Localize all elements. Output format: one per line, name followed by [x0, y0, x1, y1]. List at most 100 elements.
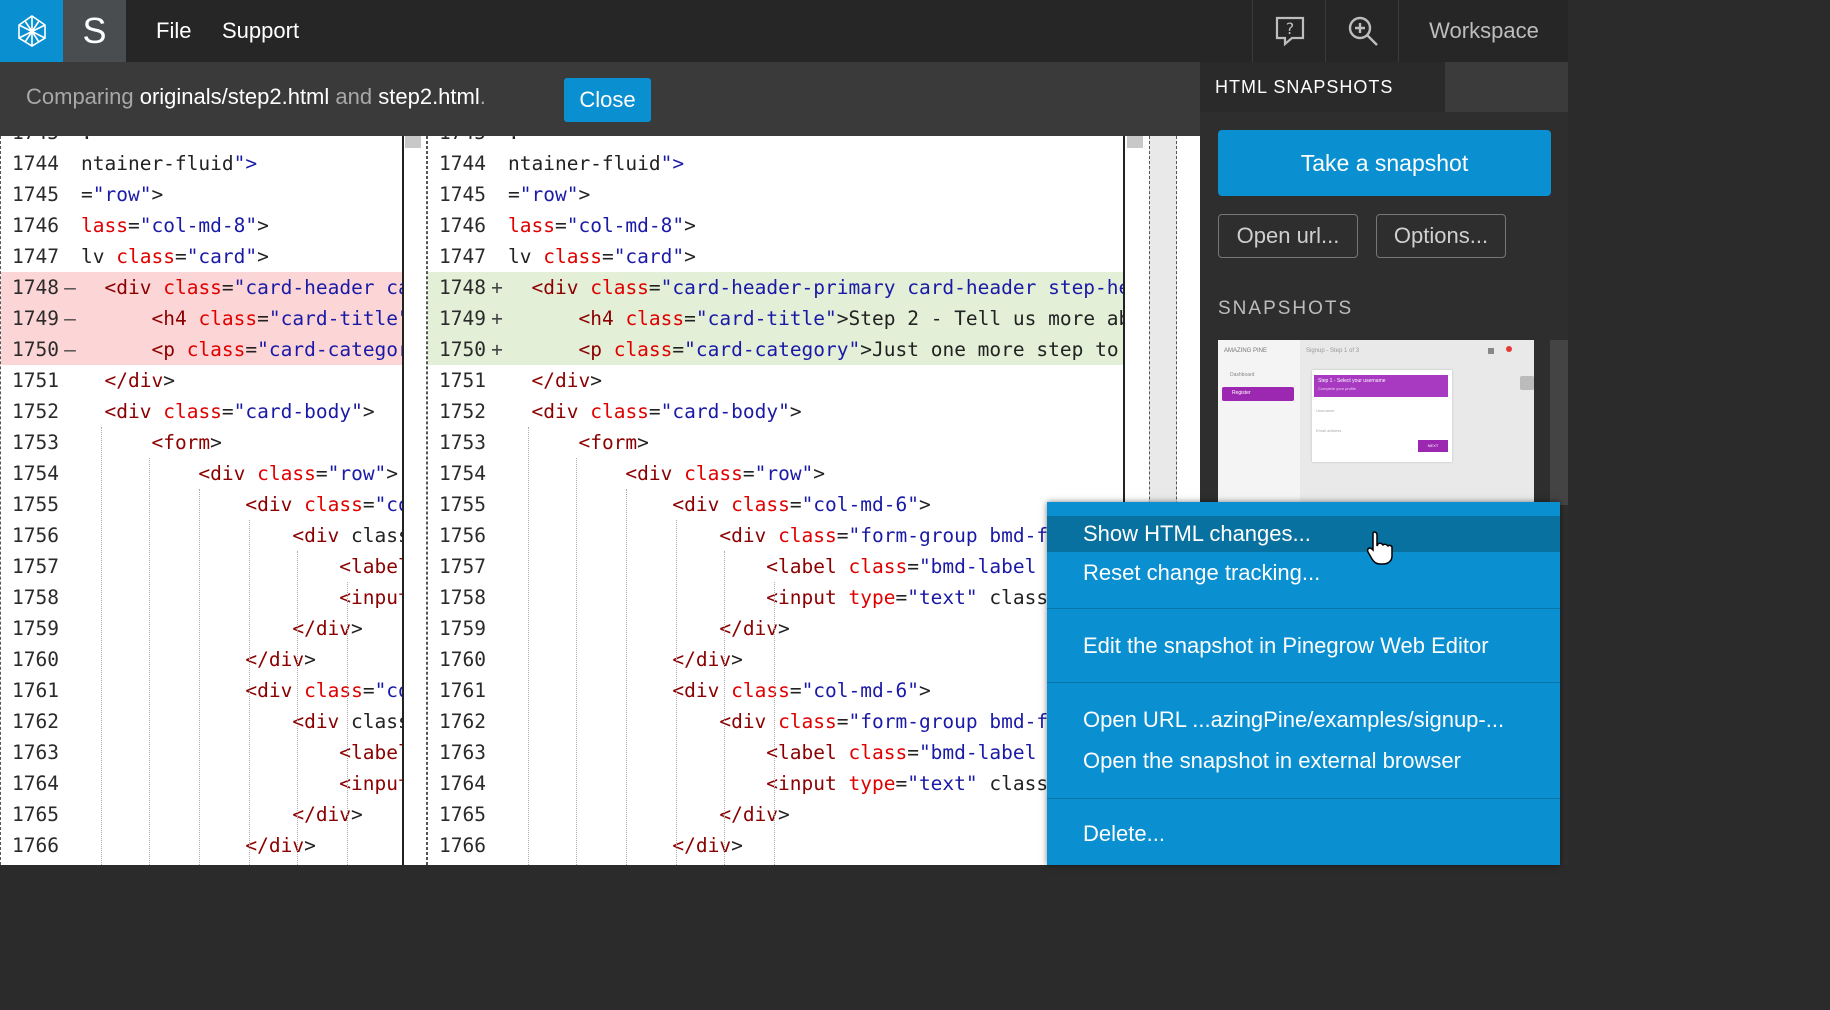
original-code-pane[interactable]: 1745: 1744 ntainer-fluid"> 1745 ="row"> 1746 l… — [0, 136, 403, 865]
left-scrollbar-thumb[interactable] — [405, 136, 421, 148]
code-line[interactable]: 1755 <div class="col-md-6"> — [428, 489, 1124, 520]
menu-file[interactable]: File — [156, 0, 191, 62]
code-line[interactable]: 1747 lv class="card"> — [1, 241, 403, 272]
menu-delete[interactable]: Delete... — [1047, 816, 1560, 852]
thumb-nav-dashboard: Dashboard — [1230, 372, 1255, 378]
code-text: <p class="card-category — [151, 338, 403, 361]
line-number: 1756 — [12, 524, 59, 547]
code-line[interactable]: 1762 <div class="form-group bmd-f — [428, 706, 1124, 737]
code-line[interactable]: 1749 + <h4 class="card-title">Step 2 - Te… — [428, 303, 1124, 334]
current-code-pane[interactable]: 1745: 1744 ntainer-fluid"> 1745 ="row"> 1746 l… — [427, 136, 1124, 865]
code-line[interactable]: 1748 + <div class="card-header-primary ca… — [428, 272, 1124, 303]
code-line[interactable]: 1759 </div> — [428, 613, 1124, 644]
menu-support[interactable]: Support — [222, 0, 299, 62]
line-number: 1759 — [12, 617, 59, 640]
code-line[interactable]: 1758 <input — [1, 582, 403, 613]
code-line[interactable]: 1767 </div> — [1, 861, 403, 865]
pine-cone-logo-icon[interactable] — [0, 0, 63, 62]
code-line[interactable]: 1759 </div> — [1, 613, 403, 644]
code-line[interactable]: 1745: — [1, 136, 403, 148]
code-line[interactable]: 1752 <div class="card-body"> — [428, 396, 1124, 427]
code-line[interactable]: 1753 <form> — [428, 427, 1124, 458]
code-line[interactable]: 1764 <input — [1, 768, 403, 799]
code-line[interactable]: 1744 ntainer-fluid"> — [1, 148, 403, 179]
take-snapshot-button[interactable]: Take a snapshot — [1218, 130, 1551, 196]
line-number: 1754 — [439, 462, 486, 485]
code-line[interactable]: 1744 ntainer-fluid"> — [428, 148, 1124, 179]
code-line[interactable]: 1750— <p class="card-category — [1, 334, 403, 365]
code-line[interactable]: 1763 <label — [1, 737, 403, 768]
code-text: <div class="col-md-6"> — [672, 679, 931, 702]
code-line[interactable]: 1746 lass="col-md-8"> — [428, 210, 1124, 241]
menu-reset-change-tracking[interactable]: Reset change tracking... — [1047, 555, 1560, 591]
menu-separator — [1047, 608, 1560, 609]
code-line[interactable]: 1765 </div> — [428, 799, 1124, 830]
line-number: 1751 — [12, 369, 59, 392]
code-line[interactable]: 1761 <div class="col-md-6"> — [428, 675, 1124, 706]
help-bubble-icon[interactable]: ? — [1252, 0, 1326, 62]
panel-scrollbar[interactable] — [1550, 340, 1568, 505]
code-line[interactable]: 1747 lv class="card"> — [428, 241, 1124, 272]
project-tab[interactable]: S — [63, 0, 126, 62]
code-text: <div class="row"> — [625, 462, 826, 485]
code-text: ntainer-fluid"> — [508, 152, 685, 175]
line-number: 1750 — [12, 338, 59, 361]
menu-edit-in-pinegrow[interactable]: Edit the snapshot in Pinegrow Web Editor — [1047, 628, 1560, 664]
code-line[interactable]: 1764 <input type="text" class — [428, 768, 1124, 799]
thumb-sidebar — [1218, 340, 1300, 505]
code-line[interactable]: 1745: — [428, 136, 1124, 148]
code-line[interactable]: 1756 <div class="form-group bmd-f — [428, 520, 1124, 551]
snapshot-thumbnail[interactable]: AMAZING PINE Dashboard Register Signup -… — [1218, 340, 1534, 505]
code-line[interactable]: 1748— <div class="card-header card — [1, 272, 403, 303]
code-line[interactable]: 1751 </div> — [428, 365, 1124, 396]
code-line[interactable]: 1746 lass="col-md-8"> — [1, 210, 403, 241]
menu-open-url[interactable]: Open URL ...azingPine/examples/signup-..… — [1047, 702, 1560, 738]
workspace-button[interactable]: Workspace — [1398, 0, 1569, 62]
code-line[interactable]: 1757 <label class="bmd-label — [428, 551, 1124, 582]
code-line[interactable]: 1760 </div> — [1, 644, 403, 675]
line-number: 1752 — [12, 400, 59, 423]
code-line[interactable]: 1755 <div class="col — [1, 489, 403, 520]
line-number: 1763 — [12, 741, 59, 764]
close-compare-button[interactable]: Close — [564, 78, 651, 122]
code-line[interactable]: 1766 </div> — [1, 830, 403, 861]
code-line[interactable]: 1745 ="row"> — [428, 179, 1124, 210]
line-number: 1750 — [439, 338, 486, 361]
code-line[interactable]: 1756 <div class= — [1, 520, 403, 551]
code-text: <div class="row"> — [198, 462, 399, 485]
menu-show-html-changes[interactable]: Show HTML changes... — [1047, 516, 1560, 552]
open-url-button[interactable]: Open url... — [1218, 214, 1358, 258]
code-line[interactable]: 1766 </div> — [428, 830, 1124, 861]
code-line[interactable]: 1760 </div> — [428, 644, 1124, 675]
code-line[interactable]: 1752 <div class="card-body"> — [1, 396, 403, 427]
pane-splitter[interactable] — [402, 136, 427, 865]
code-line[interactable]: 1757 <label — [1, 551, 403, 582]
code-line[interactable]: 1762 <div class= — [1, 706, 403, 737]
panel-header-filler — [1445, 62, 1568, 112]
code-line[interactable]: 1767 </div> — [428, 861, 1124, 865]
code-line[interactable]: 1750 + <p class="card-category">Just one … — [428, 334, 1124, 365]
menu-open-external-browser[interactable]: Open the snapshot in external browser — [1047, 743, 1560, 779]
line-number: 1749 — [439, 307, 486, 330]
code-line[interactable]: 1754 <div class="row"> — [1, 458, 403, 489]
code-line[interactable]: 1761 <div class="col — [1, 675, 403, 706]
code-line[interactable]: 1763 <label class="bmd-label — [428, 737, 1124, 768]
line-number: 1754 — [12, 462, 59, 485]
code-text: <label — [339, 555, 403, 578]
code-line[interactable]: 1758 <input type="text" class — [428, 582, 1124, 613]
compare-prefix: Comparing — [26, 84, 134, 109]
right-scrollbar-thumb[interactable] — [1127, 136, 1143, 148]
code-text: <div class="card-body"> — [531, 400, 802, 423]
code-line[interactable]: 1753 <form> — [1, 427, 403, 458]
code-line[interactable]: 1751 </div> — [1, 365, 403, 396]
thumb-next-button: NEXT — [1418, 440, 1448, 452]
code-line[interactable]: 1754 <div class="row"> — [428, 458, 1124, 489]
code-line[interactable]: 1765 </div> — [1, 799, 403, 830]
thumb-grid-icon — [1488, 348, 1494, 354]
zoom-in-icon[interactable] — [1325, 0, 1399, 62]
line-number: 1767 — [1, 861, 59, 865]
code-line[interactable]: 1745 ="row"> — [1, 179, 403, 210]
code-line[interactable]: 1749— <h4 class="card-title"> — [1, 303, 403, 334]
code-text: <div class="card-header-primary card-hea… — [531, 276, 1124, 299]
options-button[interactable]: Options... — [1376, 214, 1506, 258]
